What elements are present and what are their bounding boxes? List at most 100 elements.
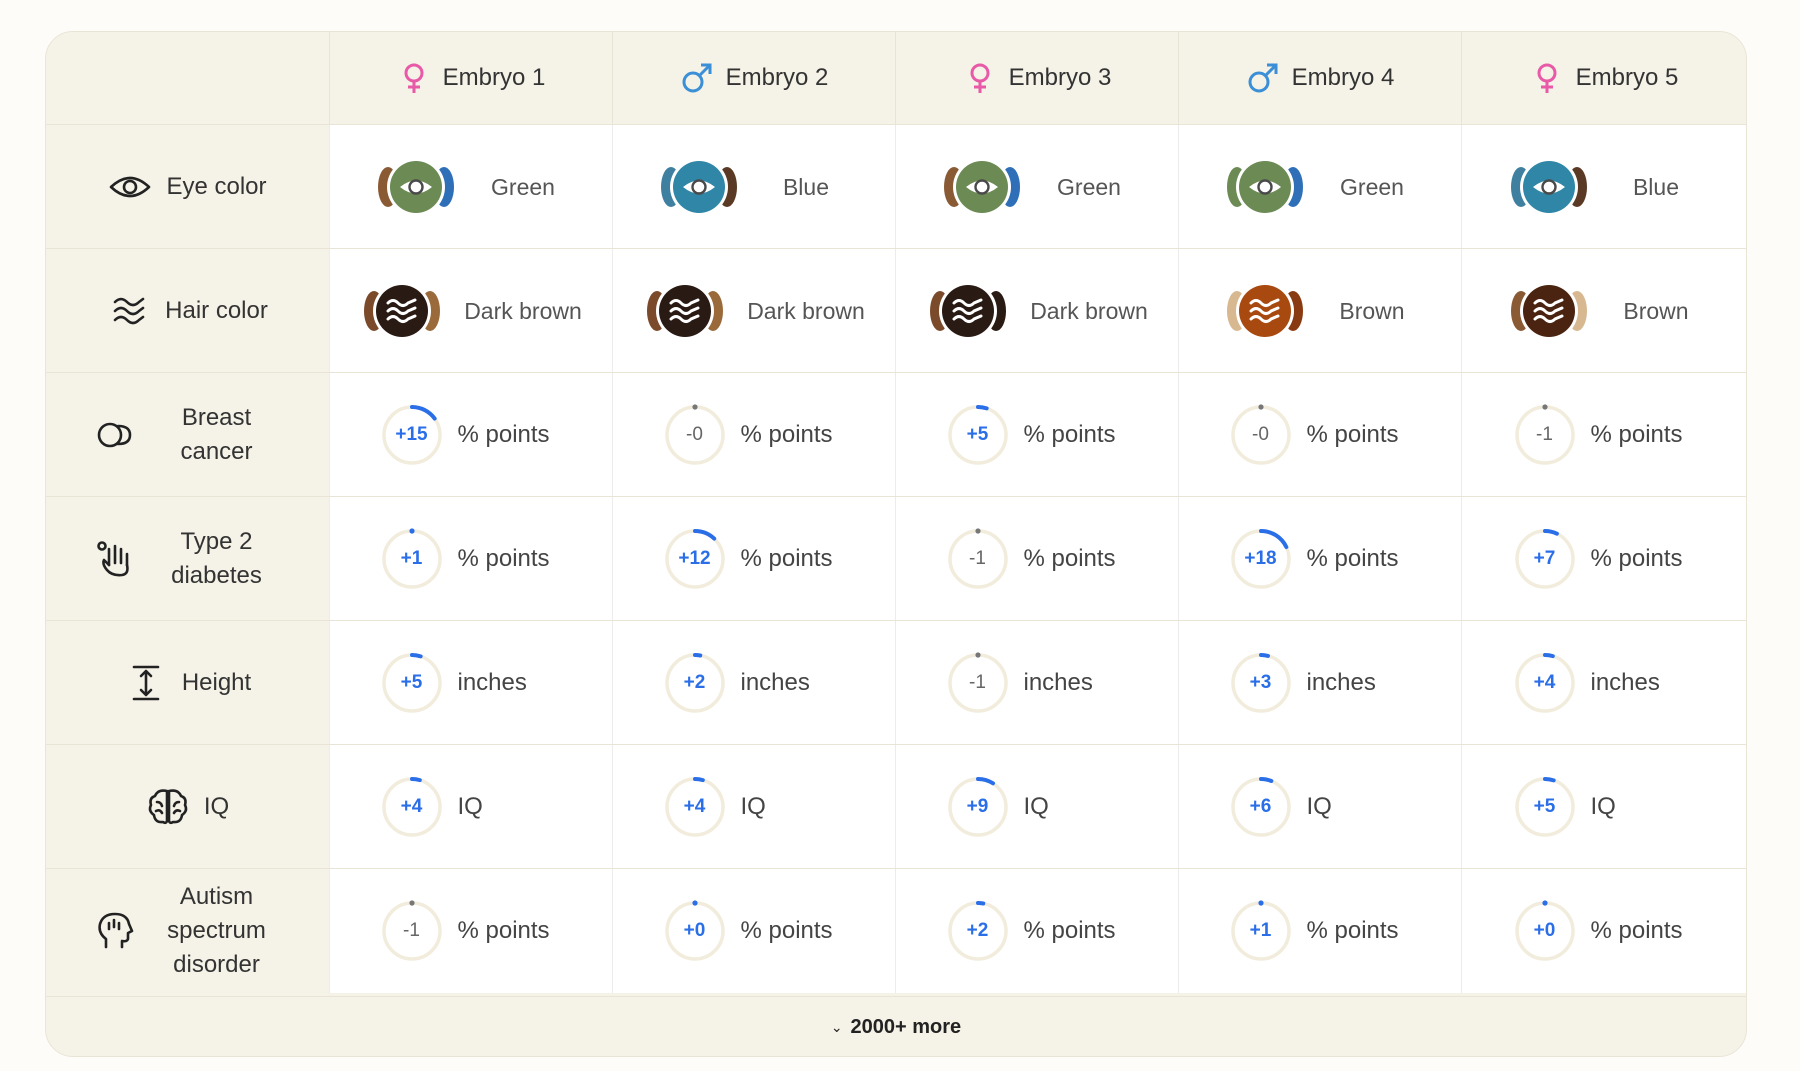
score-value: -1 [969,672,986,693]
score-unit: IQ [1306,793,1332,820]
trait-label-height: Height [46,621,329,745]
table-cell: Dark brown [612,249,895,373]
score-value: +5 [400,672,423,693]
score-value: +0 [683,920,706,941]
color-swatch [378,158,454,216]
color-label: Blue [1632,174,1680,200]
table-cell: +12 % points [612,497,895,621]
score-ring: +2 [663,651,727,715]
table-cell: Blue [1461,125,1746,249]
color-swatch [1227,158,1303,216]
table-cell: Green [329,125,612,249]
score-ring: -1 [1513,403,1577,467]
score-unit: % points [457,917,550,944]
table-cell: +0 % points [612,869,895,993]
embryo-header-5: Embryo 5 [1461,32,1746,124]
head-icon [94,909,138,953]
trait-name: Breast cancer [180,404,253,465]
hand-icon [94,537,138,581]
score-unit: inches [740,669,810,696]
trait-row: Height +5 inches +2 inches -1 inches +3 inches +4… [46,620,1746,745]
table-cell: +1 % points [329,497,612,621]
score-unit: % points [1023,421,1116,448]
score-ring: -1 [946,527,1010,591]
score-ring: -0 [1229,403,1293,467]
embryo-label: Embryo 3 [1008,64,1112,91]
score-unit: % points [457,545,550,572]
table-cell: +18 % points [1178,497,1461,621]
trait-name: Autism spectrum disorder [167,883,266,978]
score-value: +12 [678,548,711,569]
score-unit: % points [1590,917,1683,944]
embryo-header-4: Embryo 4 [1178,32,1461,124]
score-unit: inches [1306,669,1376,696]
score-value: +7 [1533,548,1556,569]
score-ring: +9 [946,775,1010,839]
embryo-header-2: Embryo 2 [612,32,895,124]
table-cell: -1 % points [895,497,1178,621]
color-label: Dark brown [1030,298,1148,324]
score-ring: +6 [1229,775,1293,839]
score-unit: inches [457,669,527,696]
color-swatch [930,282,1007,340]
color-swatch [1511,282,1587,340]
score-value: -1 [1536,424,1553,445]
score-ring: +4 [1513,651,1577,715]
score-ring: +15 [380,403,444,467]
score-value: +5 [966,424,989,445]
score-value: +6 [1249,796,1272,817]
score-unit: IQ [740,793,766,820]
score-value: +2 [966,920,989,941]
color-swatch-wrap [657,155,741,219]
trait-label-eye-color: Eye color [46,125,329,249]
table-cell: +5 % points [895,373,1178,497]
score-ring: -1 [946,651,1010,715]
score-unit: IQ [1590,793,1616,820]
table-cell: +6 IQ [1178,745,1461,869]
color-swatch-wrap [1223,279,1307,343]
score-unit: % points [1590,421,1683,448]
score-value: +4 [683,796,706,817]
score-value: -1 [969,548,986,569]
table-cell: +2 inches [612,621,895,745]
score-unit: % points [1306,421,1399,448]
table-cell: +3 inches [1178,621,1461,745]
color-swatch-wrap [1507,279,1591,343]
brain-icon [146,785,190,829]
score-ring: +7 [1513,527,1577,591]
trait-label-breast-cancer: Breast cancer [46,373,329,497]
score-ring: +1 [380,527,444,591]
score-value: +5 [1533,796,1556,817]
color-swatch-wrap [360,279,444,343]
table-cell: -1 % points [1461,373,1746,497]
table-cell: Brown [1461,249,1746,373]
color-swatch-wrap [643,279,727,343]
table-cell: +2 % points [895,869,1178,993]
height-icon [124,661,168,705]
score-unit: % points [1023,917,1116,944]
embryo-label: Embryo 1 [442,64,546,91]
trait-label-autism-spectrum-disorder: Autism spectrum disorder [46,869,329,993]
score-ring: +3 [1229,651,1293,715]
score-ring: +0 [663,899,727,963]
breast-icon [94,413,138,457]
male-symbol-icon [1246,61,1280,95]
color-swatch [647,282,724,340]
score-value: +18 [1244,548,1277,569]
table-cell: Green [1178,125,1461,249]
color-swatch [1227,282,1303,340]
show-more-button[interactable]: ⌄ 2000+ more [46,996,1746,1056]
table-cell: Blue [612,125,895,249]
color-swatch-wrap [940,155,1024,219]
table-cell: +7 % points [1461,497,1746,621]
score-unit: % points [1590,545,1683,572]
table-cell: +5 IQ [1461,745,1746,869]
color-swatch [364,282,441,340]
table-cell: +4 inches [1461,621,1746,745]
trait-row: Type 2 diabetes +1 % points +12 % points -1 % … [46,496,1746,621]
score-value: +15 [395,424,428,445]
score-ring: +5 [380,651,444,715]
trait-row: Eye color Green Blue Green Green Blue [46,124,1746,249]
table-cell: +1 % points [1178,869,1461,993]
score-ring: +5 [1513,775,1577,839]
